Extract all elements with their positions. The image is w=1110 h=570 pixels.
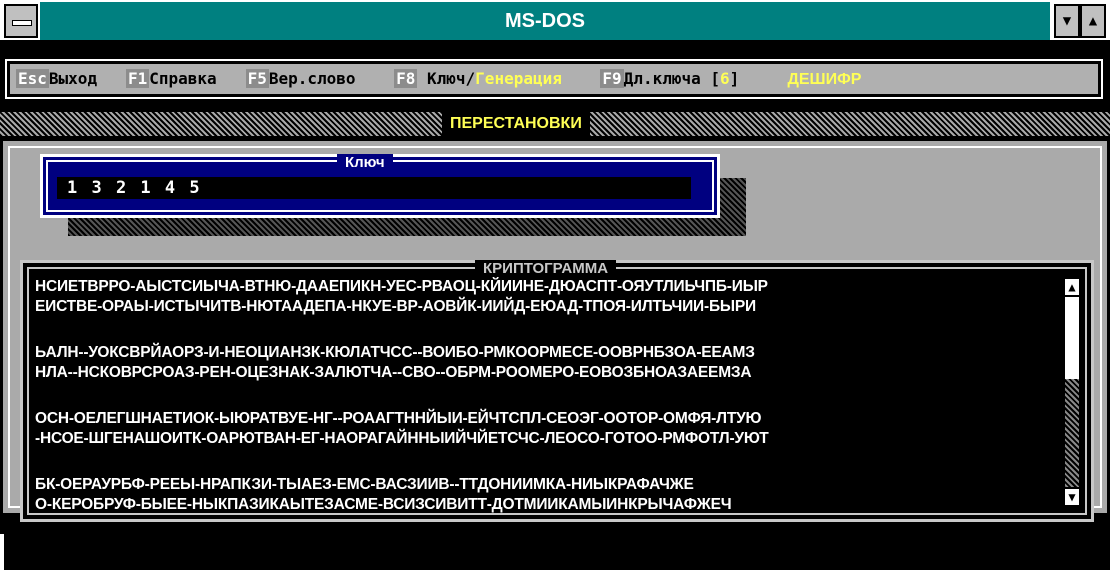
mode-indicator[interactable]: ДЕШИФР <box>787 71 861 88</box>
arrow-down-icon: ▼ <box>1068 490 1076 504</box>
key-length-label: Дл.ключа <box>623 69 701 88</box>
cryptogram-line: НСИЕТВРРО-АЫСТСИЫЧА-ВТНЮ-ДААЕПИКН-УЕС-РВ… <box>35 278 768 295</box>
cryptogram-text: НСИЕТВРРО-АЫСТСИЫЧА-ВТНЮ-ДААЕПИКН-УЕС-РВ… <box>35 277 1055 515</box>
menu-item-key-generation[interactable]: F8 Ключ/Генерация <box>394 69 562 88</box>
key-f9: F9 <box>600 69 624 88</box>
exit-label: Выход <box>48 69 98 88</box>
key-dialog-title: Ключ <box>337 154 393 172</box>
menu-item-exit[interactable]: Esc Выход <box>16 69 97 88</box>
function-key-bar: Esc Выход F1 Справка F5 Вер.слово F8 Ключ/Г… <box>2 56 1106 102</box>
scroll-thumb[interactable] <box>1065 379 1079 489</box>
cryptogram-line: О-КЕРОБРУФ-БЫЕЕ-НЫКПАЗИКАЫТЕЗАСМЕ-ВСИЗСИ… <box>35 496 732 513</box>
bracket-close: ] <box>729 69 740 88</box>
cryptogram-line: БК-ОЕРАУРБФ-РЕЕЫ-НРАПКЗИ-ТЫАЕЗ-ЕМС-ВАСЗИ… <box>35 476 694 493</box>
cryptogram-line: НЛА--НСКОВРСРОАЗ-РЕН-ОЦЕЗНАК-ЗАЛЮТЧА--СВ… <box>35 364 752 381</box>
key-f8: F8 <box>394 69 418 88</box>
arrow-up-icon: ▲ <box>1068 280 1076 294</box>
cryptogram-title: КРИПТОГРАММА <box>475 260 617 278</box>
key-f5: F5 <box>245 69 269 88</box>
cryptogram-line: ЬАЛН--УОКСВРЙАОРЗ-И-НЕОЦИАНЗК-КЮЛАТЧСС--… <box>35 344 755 361</box>
key-dialog: Ключ 1 3 2 1 4 5 <box>40 154 720 218</box>
cryptogram-panel: КРИПТОГРАММА НСИЕТВРРО-АЫСТСИЫЧА-ВТНЮ-ДА… <box>20 260 1094 522</box>
chevron-down-icon: ▼ <box>1062 13 1072 29</box>
probable-word-label: Вер.слово <box>268 69 356 88</box>
key-f1: F1 <box>125 69 150 88</box>
generation-label: Генерация <box>475 69 562 88</box>
cryptogram-line: ЕИСТВЕ-ОРАЫ-ИСТЫЧИТВ-НЮТААДЕПА-НКУЕ-ВР-А… <box>35 298 756 315</box>
maximize-button[interactable]: ▲ <box>1080 4 1106 38</box>
status-bar-edge <box>0 534 4 570</box>
status-bar <box>0 534 1110 570</box>
menu-item-help[interactable]: F1 Справка <box>125 69 217 88</box>
key-length-value: 6 <box>720 69 730 88</box>
key-esc: Esc <box>16 69 49 88</box>
menu-item-probable-word[interactable]: F5 Вер.слово <box>245 69 356 88</box>
key-input[interactable]: 1 3 2 1 4 5 <box>57 177 691 199</box>
window-title: MS-DOS <box>40 2 1050 40</box>
cryptogram-line: ОСН-ОЕЛЕГШНАЕТИОК-ЫЮРАТВУЕ-НГ--РОААГТННЙ… <box>35 410 762 427</box>
scroll-up-button[interactable]: ▲ <box>1065 279 1079 297</box>
help-label: Справка <box>149 69 217 88</box>
chevron-up-icon: ▲ <box>1088 13 1098 29</box>
section-title: ПЕРЕСТАНОВКИ <box>442 112 590 136</box>
system-menu-button[interactable] <box>4 4 38 38</box>
section-banner: ПЕРЕСТАНОВКИ <box>0 112 1110 136</box>
bracket-open: [ <box>710 69 721 88</box>
minimize-button[interactable]: ▼ <box>1054 4 1080 38</box>
vertical-scrollbar[interactable]: ▲ ▼ <box>1063 277 1081 507</box>
scroll-down-button[interactable]: ▼ <box>1065 487 1079 505</box>
title-bar: MS-DOS ▼ ▲ <box>0 0 1110 42</box>
cryptogram-line: -НСОЕ-ШГЕНАШОИТК-ОАРЮТВАН-ЕГ-НАОРАГАЙННЫ… <box>35 430 769 447</box>
menu-item-key-length[interactable]: F9 Дл.ключа [6] <box>600 69 739 88</box>
key-label: Ключ/ <box>427 69 476 88</box>
